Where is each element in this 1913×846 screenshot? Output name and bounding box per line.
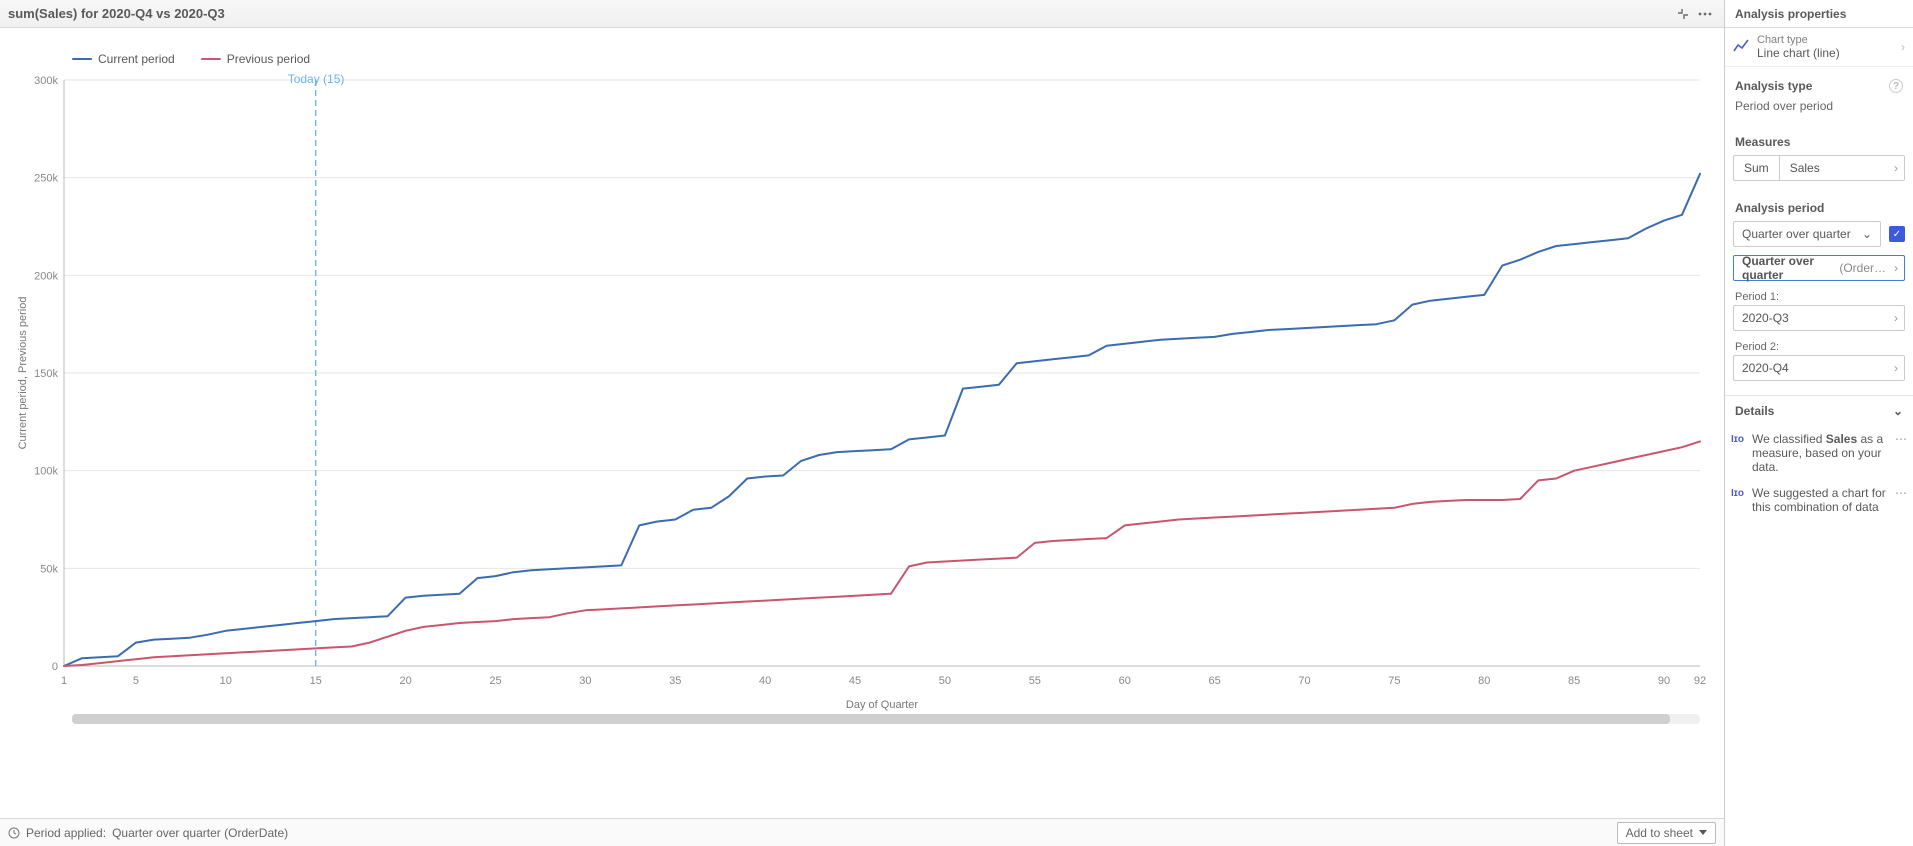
- chart-area: Current period Previous period 0 50k 100k 1…: [0, 28, 1724, 818]
- footer-period-value: Quarter over quarter (OrderDate): [112, 826, 288, 840]
- legend-label: Previous period: [227, 52, 310, 66]
- chevron-right-icon: ›: [1894, 161, 1904, 175]
- chevron-right-icon: ›: [1894, 261, 1904, 275]
- svg-text:10: 10: [220, 675, 232, 687]
- svg-text:92: 92: [1694, 675, 1706, 687]
- detail-insight-2: Іɪᴏ We suggested a chart for this combin…: [1725, 480, 1913, 520]
- svg-text:60: 60: [1119, 675, 1131, 687]
- svg-text:50: 50: [939, 675, 951, 687]
- period2-label: Period 2:: [1725, 339, 1913, 355]
- chevron-down-icon: ⌄: [1893, 404, 1903, 418]
- period-enabled-checkbox[interactable]: ✓: [1889, 226, 1905, 242]
- analysis-type-heading: Analysis type ?: [1725, 67, 1913, 99]
- chart-footer: Period applied: Quarter over quarter (Or…: [0, 818, 1724, 846]
- legend-item-previous[interactable]: Previous period: [201, 52, 310, 66]
- chevron-right-icon: ›: [1901, 40, 1905, 54]
- help-icon[interactable]: ?: [1889, 79, 1903, 93]
- chevron-down-icon: ⌄: [1862, 227, 1872, 241]
- detail-more-button[interactable]: ⋯: [1895, 432, 1907, 446]
- period-mode-value: Quarter over quarter: [1742, 227, 1851, 241]
- svg-text:Current period, Previous perio: Current period, Previous period: [17, 297, 29, 450]
- period2-value: 2020-Q4: [1734, 356, 1894, 380]
- period1-value: 2020-Q3: [1734, 306, 1894, 330]
- period-calendar-suffix: (Order…: [1839, 261, 1886, 275]
- insight-icon: Іɪᴏ: [1731, 432, 1744, 445]
- svg-text:100k: 100k: [34, 466, 58, 478]
- svg-text:150k: 150k: [34, 368, 58, 380]
- today-marker-label: Today (15): [288, 72, 345, 86]
- legend-swatch-icon: [201, 58, 221, 60]
- svg-text:90: 90: [1658, 675, 1670, 687]
- measures-field: Sales: [1780, 156, 1894, 180]
- legend-swatch-icon: [72, 58, 92, 60]
- svg-text:200k: 200k: [34, 270, 58, 282]
- analysis-type-value: Period over period: [1725, 99, 1913, 123]
- analysis-properties-panel: Analysis properties Chart type Line char…: [1725, 0, 1913, 846]
- measures-control[interactable]: Sum Sales ›: [1733, 155, 1905, 181]
- svg-text:50k: 50k: [40, 563, 58, 575]
- svg-text:70: 70: [1298, 675, 1310, 687]
- caret-down-icon: [1699, 830, 1707, 836]
- ellipsis-icon: [1698, 12, 1712, 16]
- chart-title: sum(Sales) for 2020-Q4 vs 2020-Q3: [8, 6, 1672, 21]
- measures-agg: Sum: [1734, 156, 1780, 180]
- svg-text:40: 40: [759, 675, 771, 687]
- chart-type-row[interactable]: Chart type Line chart (line) ›: [1725, 28, 1913, 67]
- panel-title: Analysis properties: [1725, 0, 1913, 28]
- svg-text:Day of Quarter: Day of Quarter: [846, 699, 918, 711]
- chevron-right-icon: ›: [1894, 361, 1904, 375]
- svg-text:15: 15: [310, 675, 322, 687]
- svg-text:5: 5: [133, 675, 139, 687]
- svg-text:65: 65: [1208, 675, 1220, 687]
- period-calendar-select[interactable]: Quarter over quarter (Order… ›: [1733, 255, 1905, 281]
- horizontal-scrollbar[interactable]: [72, 714, 1700, 724]
- period2-select[interactable]: 2020-Q4 ›: [1733, 355, 1905, 381]
- svg-text:250k: 250k: [34, 173, 58, 185]
- more-options-button[interactable]: [1694, 3, 1716, 25]
- line-chart[interactable]: 050k100k150k200k250k300k1510152025303540…: [12, 74, 1712, 714]
- svg-text:55: 55: [1029, 675, 1041, 687]
- chart-titlebar: sum(Sales) for 2020-Q4 vs 2020-Q3: [0, 0, 1724, 28]
- period1-select[interactable]: 2020-Q3 ›: [1733, 305, 1905, 331]
- svg-text:0: 0: [52, 661, 58, 673]
- add-to-sheet-button[interactable]: Add to sheet: [1617, 822, 1716, 844]
- clock-icon: [8, 827, 20, 839]
- chart-type-label: Chart type: [1757, 34, 1840, 46]
- detail-more-button[interactable]: ⋯: [1895, 486, 1907, 500]
- svg-text:300k: 300k: [34, 75, 58, 87]
- add-to-sheet-label: Add to sheet: [1626, 826, 1693, 840]
- svg-text:80: 80: [1478, 675, 1490, 687]
- svg-text:85: 85: [1568, 675, 1580, 687]
- chart-type-value: Line chart (line): [1757, 46, 1840, 60]
- svg-text:75: 75: [1388, 675, 1400, 687]
- legend-item-current[interactable]: Current period: [72, 52, 175, 66]
- period-mode-select[interactable]: Quarter over quarter ⌄: [1733, 221, 1881, 247]
- insight-icon: Іɪᴏ: [1731, 486, 1744, 499]
- analysis-period-heading: Analysis period: [1725, 189, 1913, 221]
- measures-heading: Measures: [1725, 123, 1913, 155]
- period1-label: Period 1:: [1725, 289, 1913, 305]
- detail-insight-1: Іɪᴏ We classified Sales as a measure, ba…: [1725, 426, 1913, 480]
- svg-text:1: 1: [61, 675, 67, 687]
- svg-text:35: 35: [669, 675, 681, 687]
- svg-text:30: 30: [579, 675, 591, 687]
- details-toggle[interactable]: Details ⌄: [1725, 396, 1913, 426]
- svg-text:25: 25: [489, 675, 501, 687]
- legend-label: Current period: [98, 52, 175, 66]
- period-calendar-prefix: Quarter over quarter: [1742, 254, 1836, 282]
- svg-text:45: 45: [849, 675, 861, 687]
- collapse-icon: [1677, 8, 1689, 20]
- line-chart-icon: [1733, 38, 1749, 57]
- chart-legend: Current period Previous period: [72, 52, 1712, 66]
- scrollbar-thumb[interactable]: [72, 714, 1670, 724]
- chevron-right-icon: ›: [1894, 311, 1904, 325]
- svg-text:20: 20: [399, 675, 411, 687]
- fullscreen-toggle-button[interactable]: [1672, 3, 1694, 25]
- footer-period-label: Period applied:: [26, 826, 106, 840]
